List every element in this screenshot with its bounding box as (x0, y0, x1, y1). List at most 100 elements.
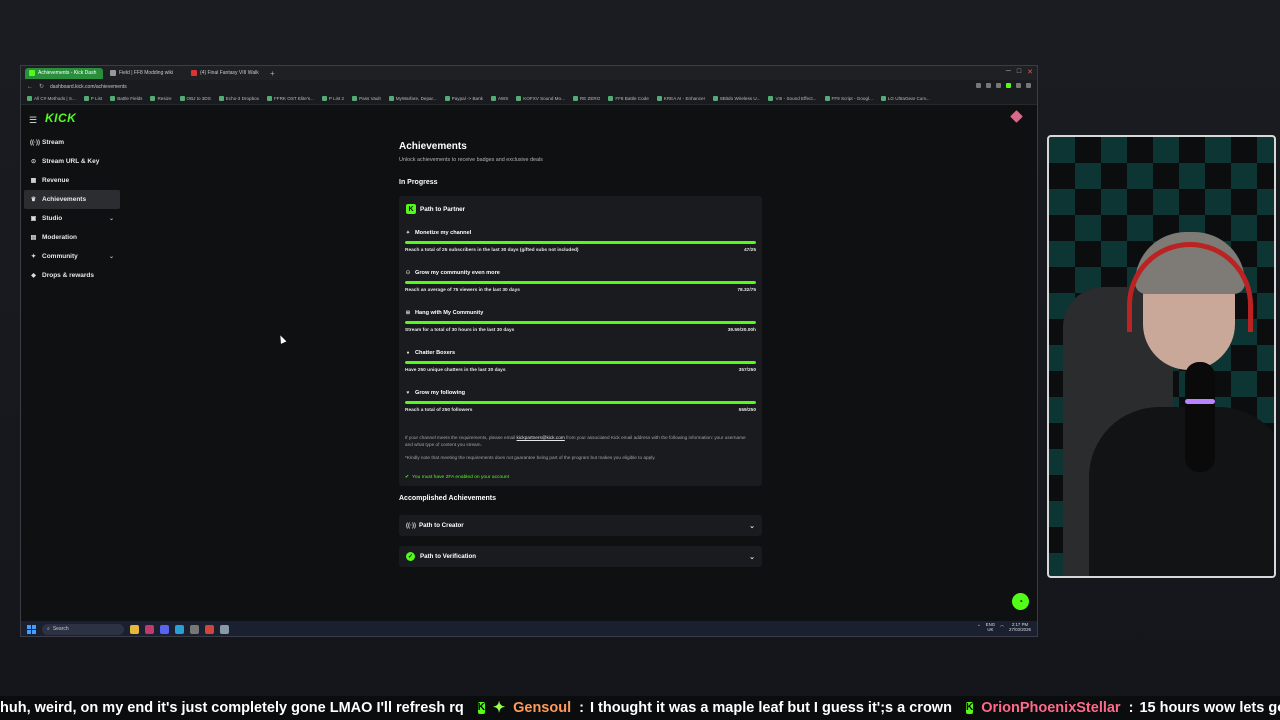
goal-detail-row: Reach an average of 75 viewers in the la… (405, 288, 756, 293)
tab-label: Achievements - Kick Dash (38, 70, 97, 76)
bookmark-item[interactable]: 8Bitdo Wireless U... (713, 96, 760, 101)
steam-icon[interactable] (175, 624, 184, 634)
clock[interactable]: 2:17 PM 27/03/2026 (1009, 622, 1031, 633)
bookmark-item[interactable]: KREA AI - Enhancer (656, 96, 705, 101)
close-icon[interactable]: ✕ (1027, 68, 1033, 76)
progress-fill (405, 281, 756, 284)
sidebar-item-stream[interactable]: ((·)) Stream (24, 133, 120, 152)
tab-achievements[interactable]: Achievements - Kick Dash (25, 67, 103, 79)
bookmark-favicon-icon (27, 96, 32, 101)
bookmark-item[interactable]: P List (83, 96, 103, 101)
extension-icon[interactable] (1016, 83, 1021, 88)
studio-icon: ▣ (30, 216, 37, 222)
page-title: Achievements (399, 141, 467, 152)
windows-start-icon[interactable] (27, 624, 36, 634)
obs-icon[interactable] (190, 624, 199, 634)
bookmark-item[interactable]: All C# Methods | S... (27, 96, 76, 101)
maximize-icon[interactable]: □ (1017, 68, 1021, 76)
extension-icon[interactable] (996, 83, 1001, 88)
bookmark-item[interactable]: Paypal -> Bank (444, 96, 483, 101)
bookmark-item[interactable]: FF9 Script - Googl... (824, 96, 873, 101)
sidebar-item-revenue[interactable]: ▦ Revenue (24, 171, 120, 190)
menu-icon[interactable] (1026, 83, 1031, 88)
goal-name: Monetize my channel (415, 230, 472, 236)
sidebar-item-community[interactable]: ✦ Community ⌄ (24, 247, 120, 266)
goal-title: ⚇ Grow my community even more (405, 270, 756, 276)
bookmark-item[interactable]: OBJ to 3DS (179, 96, 211, 101)
bookmark-item[interactable]: VIII - Sound Effect... (768, 96, 817, 101)
goal-title: ♥ Grow my following (405, 390, 756, 396)
bookmark-favicon-icon (267, 96, 272, 101)
bookmark-item[interactable]: Resize (150, 96, 172, 101)
trophy-icon: ♛ (30, 197, 37, 203)
bookmark-item[interactable]: Battle Fields (110, 96, 142, 101)
kick-logo[interactable]: KICK (45, 111, 76, 125)
bookmark-favicon-icon (713, 96, 719, 101)
chevron-up-icon[interactable]: ⌃ (977, 625, 981, 630)
hamburger-menu-icon[interactable]: ☰ (29, 115, 37, 126)
progress-bar (405, 401, 756, 404)
bookmark-item[interactable]: Echo-3 Dropbox (218, 96, 259, 101)
bookmark-item[interactable]: FFRK OST Elite's... (267, 96, 314, 101)
browser-window: Achievements - Kick Dash Field | FF8 Mod… (20, 65, 1038, 637)
goal-detail-row: Reach a total of 25 subscribers in the l… (405, 248, 756, 253)
profile-avatar[interactable] (1010, 110, 1023, 123)
extension-icon[interactable] (976, 83, 981, 88)
sidebar-item-moderation[interactable]: ▤ Moderation (24, 228, 120, 247)
sparkle-badge-icon: ✦ (492, 700, 506, 716)
lang-indicator[interactable]: ENG UK (986, 622, 996, 633)
accordion-path-to-verification[interactable]: ✓ Path to Verification ⌄ (399, 546, 762, 567)
reload-icon[interactable]: ↻ (39, 83, 44, 90)
goal-item: ⊞ Hang with My Community Stream for a tota… (405, 310, 756, 333)
requirement-2fa: ✔ You must have 2FA enabled on your acco… (405, 474, 509, 481)
accordion-path-to-creator[interactable]: ((·)) Path to Creator ⌄ (399, 515, 762, 536)
tab-youtube[interactable]: (4) Final Fantasy VIII Walk (187, 68, 265, 79)
sidebar-item-achievements[interactable]: ♛ Achievements (24, 190, 120, 209)
app-icon[interactable] (205, 624, 214, 634)
kick-extension-icon[interactable] (1006, 83, 1011, 88)
wifi-icon[interactable]: ◠ (1000, 625, 1004, 630)
microphone (1185, 362, 1215, 472)
bookmark-label: FF8 Battle Code (615, 96, 649, 101)
kick-badge-icon: K (965, 702, 974, 714)
youtube-favicon-icon (191, 70, 197, 76)
minimize-icon[interactable]: ─ (1006, 68, 1011, 76)
bookmark-item[interactable]: MyWarfare, Depar... (388, 96, 437, 101)
goal-name: Grow my following (415, 390, 466, 396)
sidebar-item-label: Studio (42, 215, 63, 222)
bookmark-item[interactable]: KOFXV Sound Mo... (516, 96, 565, 101)
back-icon[interactable]: ← (27, 84, 33, 90)
goal-name: Hang with My Community (415, 310, 484, 316)
email-link[interactable]: kickpartners@kick.com (517, 435, 565, 440)
file-explorer-icon[interactable] (130, 624, 139, 634)
new-tab-button[interactable]: + (270, 69, 275, 78)
taskbar-search[interactable]: ⌕ Search (42, 623, 124, 635)
bookmark-label: P List (90, 96, 103, 101)
tab-label: (4) Final Fantasy VIII Walk (200, 70, 259, 76)
tab-ff8-wiki[interactable]: Field | FF8 Modding wiki (106, 68, 184, 79)
goal-item: ⚇ Grow my community even more Reach an ave… (405, 270, 756, 293)
window-controls: ─ □ ✕ (1006, 68, 1033, 76)
bookmark-label: Echo-3 Dropbox (225, 96, 259, 101)
help-chat-button[interactable]: ◔ (1012, 593, 1029, 610)
webcam-overlay (1047, 135, 1276, 578)
bookmark-item[interactable]: FF8 Battle Code (608, 96, 649, 101)
bookmark-favicon-icon (572, 96, 578, 101)
bookmark-item[interactable]: LG UltraGear Curv... (880, 96, 930, 101)
app-icon[interactable] (145, 624, 154, 634)
sidebar-item-drops-rewards[interactable]: ◆ Drops & rewards (24, 266, 120, 285)
url-field[interactable]: dashboard.kick.com/achievements (50, 84, 127, 90)
wiki-favicon-icon (110, 70, 116, 76)
bookmark-label: FF9 Script - Googl... (831, 96, 873, 101)
bookmark-item[interactable]: RE ZERO (572, 96, 600, 101)
bookmark-item[interactable]: AWS (490, 96, 508, 101)
sidebar-item-stream-url-key[interactable]: ⊙ Stream URL & Key (24, 152, 120, 171)
goal-description: Stream for a total of 30 hours in the la… (405, 328, 515, 333)
discord-icon[interactable] (160, 624, 169, 634)
bookmark-item[interactable]: Pass Vault (352, 96, 381, 101)
app-icon[interactable] (220, 624, 229, 634)
link-icon: ⊙ (30, 159, 37, 165)
bookmark-item[interactable]: P List 2 (321, 96, 344, 101)
sidebar-item-studio[interactable]: ▣ Studio ⌄ (24, 209, 120, 228)
extension-icon[interactable] (986, 83, 991, 88)
